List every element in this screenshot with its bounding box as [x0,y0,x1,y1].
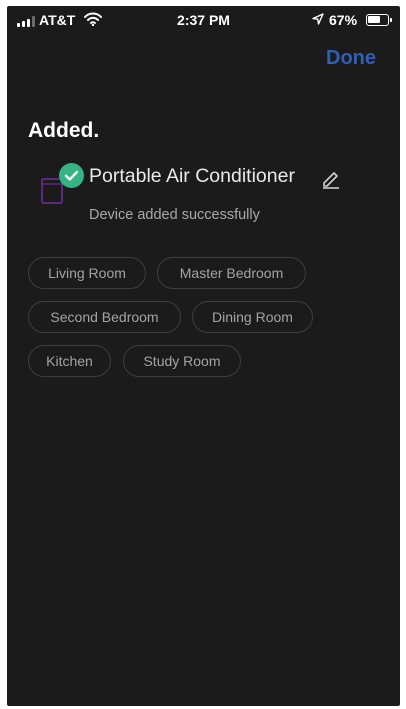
pencil-icon[interactable] [321,169,341,189]
room-chip-master-bedroom[interactable]: Master Bedroom [157,257,306,289]
room-chip-second-bedroom[interactable]: Second Bedroom [28,301,181,333]
device-status: Device added successfully [89,207,260,223]
status-bar: AT&T 2:37 PM 67% [7,6,400,34]
page-title: Added. [28,119,100,142]
room-chip-kitchen[interactable]: Kitchen [28,345,111,377]
battery-level-fill [368,16,381,23]
app-screen: AT&T 2:37 PM 67% Done Added. Portable Ai… [7,6,400,706]
location-arrow-icon [312,13,324,25]
battery-percent: 67% [329,12,358,28]
battery-icon [366,14,389,26]
room-chip-study-room[interactable]: Study Room [123,345,241,377]
room-chip-dining-room[interactable]: Dining Room [192,301,313,333]
success-check-icon [59,163,84,188]
room-chip-living-room[interactable]: Living Room [28,257,146,289]
done-button[interactable]: Done [326,47,376,70]
device-name: Portable Air Conditioner [89,165,295,187]
battery-tip [390,18,392,22]
